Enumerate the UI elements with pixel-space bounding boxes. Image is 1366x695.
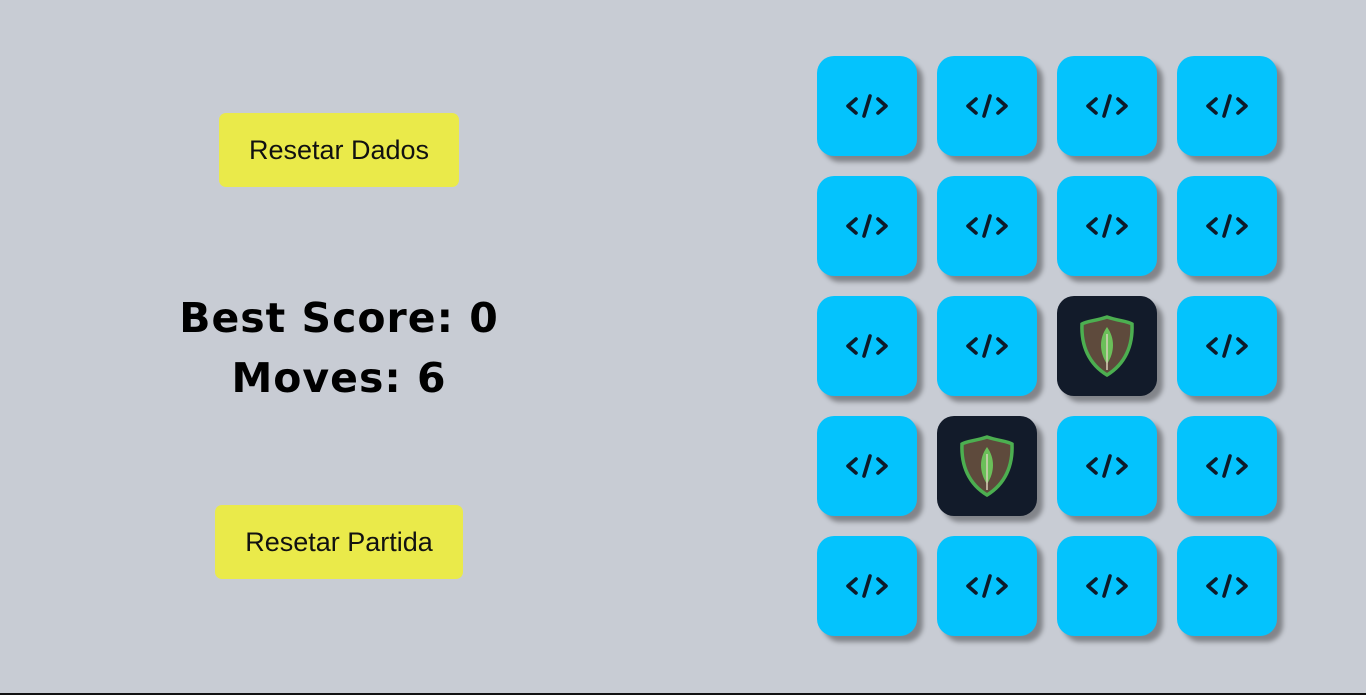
memory-card[interactable] xyxy=(817,176,917,276)
memory-card[interactable] xyxy=(1177,416,1277,516)
memory-card[interactable] xyxy=(1057,56,1157,156)
memory-card[interactable] xyxy=(817,536,917,636)
reset-match-button[interactable]: Resetar Partida xyxy=(215,505,463,579)
reset-data-button[interactable]: Resetar Dados xyxy=(219,113,459,187)
code-icon xyxy=(846,214,888,238)
mongodb-leaf-icon xyxy=(960,435,1014,498)
code-icon xyxy=(966,214,1008,238)
code-icon xyxy=(1086,574,1128,598)
code-icon xyxy=(846,94,888,118)
memory-card[interactable] xyxy=(1177,56,1277,156)
memory-card[interactable] xyxy=(937,536,1037,636)
best-score-label: Best Score: 0 xyxy=(179,294,499,342)
code-icon xyxy=(966,334,1008,358)
memory-card[interactable] xyxy=(937,176,1037,276)
code-icon xyxy=(1206,214,1248,238)
code-icon xyxy=(846,334,888,358)
memory-card[interactable] xyxy=(1177,296,1277,396)
memory-card-flipped[interactable] xyxy=(937,416,1037,516)
memory-card[interactable] xyxy=(1057,536,1157,636)
code-icon xyxy=(966,94,1008,118)
code-icon xyxy=(1206,334,1248,358)
code-icon xyxy=(1206,454,1248,478)
memory-card[interactable] xyxy=(1177,176,1277,276)
memory-card[interactable] xyxy=(937,296,1037,396)
code-icon xyxy=(966,574,1008,598)
code-icon xyxy=(1206,94,1248,118)
code-icon xyxy=(846,454,888,478)
code-icon xyxy=(1086,454,1128,478)
memory-card[interactable] xyxy=(817,416,917,516)
code-icon xyxy=(846,574,888,598)
memory-card[interactable] xyxy=(1177,536,1277,636)
code-icon xyxy=(1206,574,1248,598)
memory-card-flipped[interactable] xyxy=(1057,296,1157,396)
code-icon xyxy=(1086,94,1128,118)
memory-card[interactable] xyxy=(1057,176,1157,276)
memory-card-board xyxy=(817,56,1277,636)
memory-card[interactable] xyxy=(937,56,1037,156)
moves-counter: Moves: 6 xyxy=(231,354,447,402)
memory-card[interactable] xyxy=(817,56,917,156)
memory-card[interactable] xyxy=(817,296,917,396)
code-icon xyxy=(1086,214,1128,238)
mongodb-leaf-icon xyxy=(1080,315,1134,378)
memory-card[interactable] xyxy=(1057,416,1157,516)
